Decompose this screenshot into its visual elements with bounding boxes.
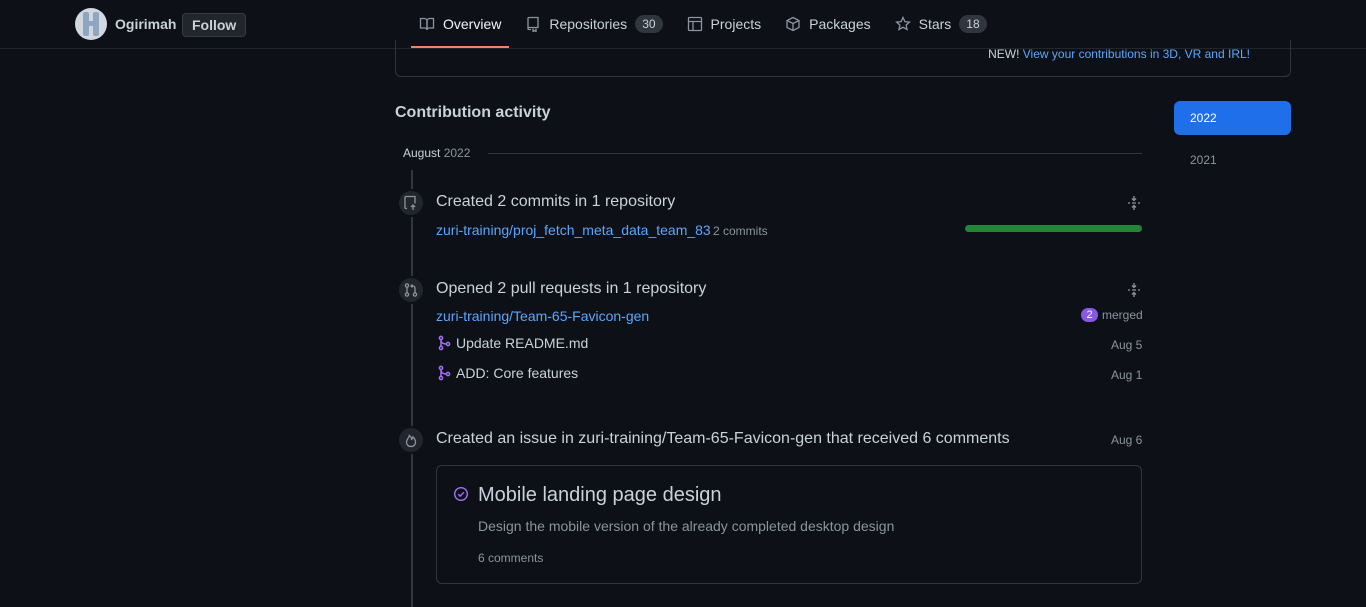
username[interactable]: Ogirimah <box>115 16 176 32</box>
timeline-line <box>411 170 413 607</box>
follow-button[interactable]: Follow <box>182 13 247 37</box>
merged-count-badge: 2 <box>1081 308 1098 322</box>
pull-request-item[interactable]: ADD: Core features <box>436 365 578 381</box>
pull-requests-event-title: Opened 2 pull requests in 1 repository <box>436 280 707 297</box>
pull-request-title[interactable]: ADD: Core features <box>456 365 578 381</box>
fold-icon[interactable] <box>1126 195 1142 211</box>
commit-count-link[interactable]: 2 commits <box>713 224 768 238</box>
commits-repo-link[interactable]: zuri-training/proj_fetch_meta_data_team_… <box>436 222 711 238</box>
commits-event-title: Created 2 commits in 1 repository <box>436 193 676 210</box>
pull-request-item[interactable]: Update README.md <box>436 335 588 351</box>
pull-request-date: Aug 5 <box>1111 338 1143 352</box>
flame-icon <box>397 426 425 454</box>
contributions-3d-link[interactable]: View your contributions in 3D, VR and IR… <box>1023 47 1250 61</box>
pull-request-title[interactable]: Update README.md <box>456 335 588 351</box>
tab-label: Stars <box>918 16 952 32</box>
pull-requests-repo-link[interactable]: zuri-training/Team-65-Favicon-gen <box>436 308 649 324</box>
pull-request-icon <box>397 276 425 304</box>
commits-progress-bar <box>965 225 1142 232</box>
fold-icon[interactable] <box>1126 282 1142 298</box>
tab-label: Projects <box>710 16 762 32</box>
month-heading: August 2022 <box>403 146 470 160</box>
package-icon <box>785 16 801 32</box>
repositories-count-badge: 30 <box>635 15 663 33</box>
merged-status: 2 merged <box>1081 308 1143 322</box>
contribution-graph-footer: NEW! View your contributions in 3D, VR a… <box>395 40 1291 77</box>
divider <box>488 153 1142 154</box>
avatar[interactable] <box>75 8 107 40</box>
stars-count-badge: 18 <box>959 15 987 33</box>
issue-description: Design the mobile version of the already… <box>478 518 895 534</box>
tab-label: Overview <box>443 16 502 32</box>
git-merge-icon <box>438 335 451 351</box>
issue-comments-count: 6 comments <box>478 551 544 565</box>
issue-card[interactable]: Mobile landing page design Design the mo… <box>436 465 1142 584</box>
tab-label: Repositories <box>549 16 628 32</box>
issue-event-title: Created an issue in zuri-training/Team-6… <box>436 430 1010 447</box>
new-feature-note: NEW! View your contributions in 3D, VR a… <box>988 47 1250 61</box>
repo-push-icon <box>397 189 425 217</box>
issue-title-link[interactable]: Mobile landing page design <box>478 484 722 507</box>
issue-closed-icon <box>453 486 469 502</box>
year-2022-button[interactable]: 2022 <box>1174 101 1291 135</box>
book-icon <box>419 16 435 32</box>
merged-label: merged <box>1102 308 1143 322</box>
issue-event-date: Aug 6 <box>1111 433 1143 447</box>
year-2021-link[interactable]: 2021 <box>1190 153 1217 167</box>
month-year: 2022 <box>443 146 471 160</box>
star-icon <box>894 16 911 32</box>
tab-label: Packages <box>809 16 871 32</box>
pull-request-date: Aug 1 <box>1111 368 1143 382</box>
table-icon <box>687 16 703 32</box>
repo-icon <box>525 16 541 32</box>
contribution-activity-heading: Contribution activity <box>395 104 551 121</box>
month-name: August <box>403 146 441 160</box>
git-merge-icon <box>438 365 451 381</box>
new-label: NEW! <box>988 47 1020 61</box>
